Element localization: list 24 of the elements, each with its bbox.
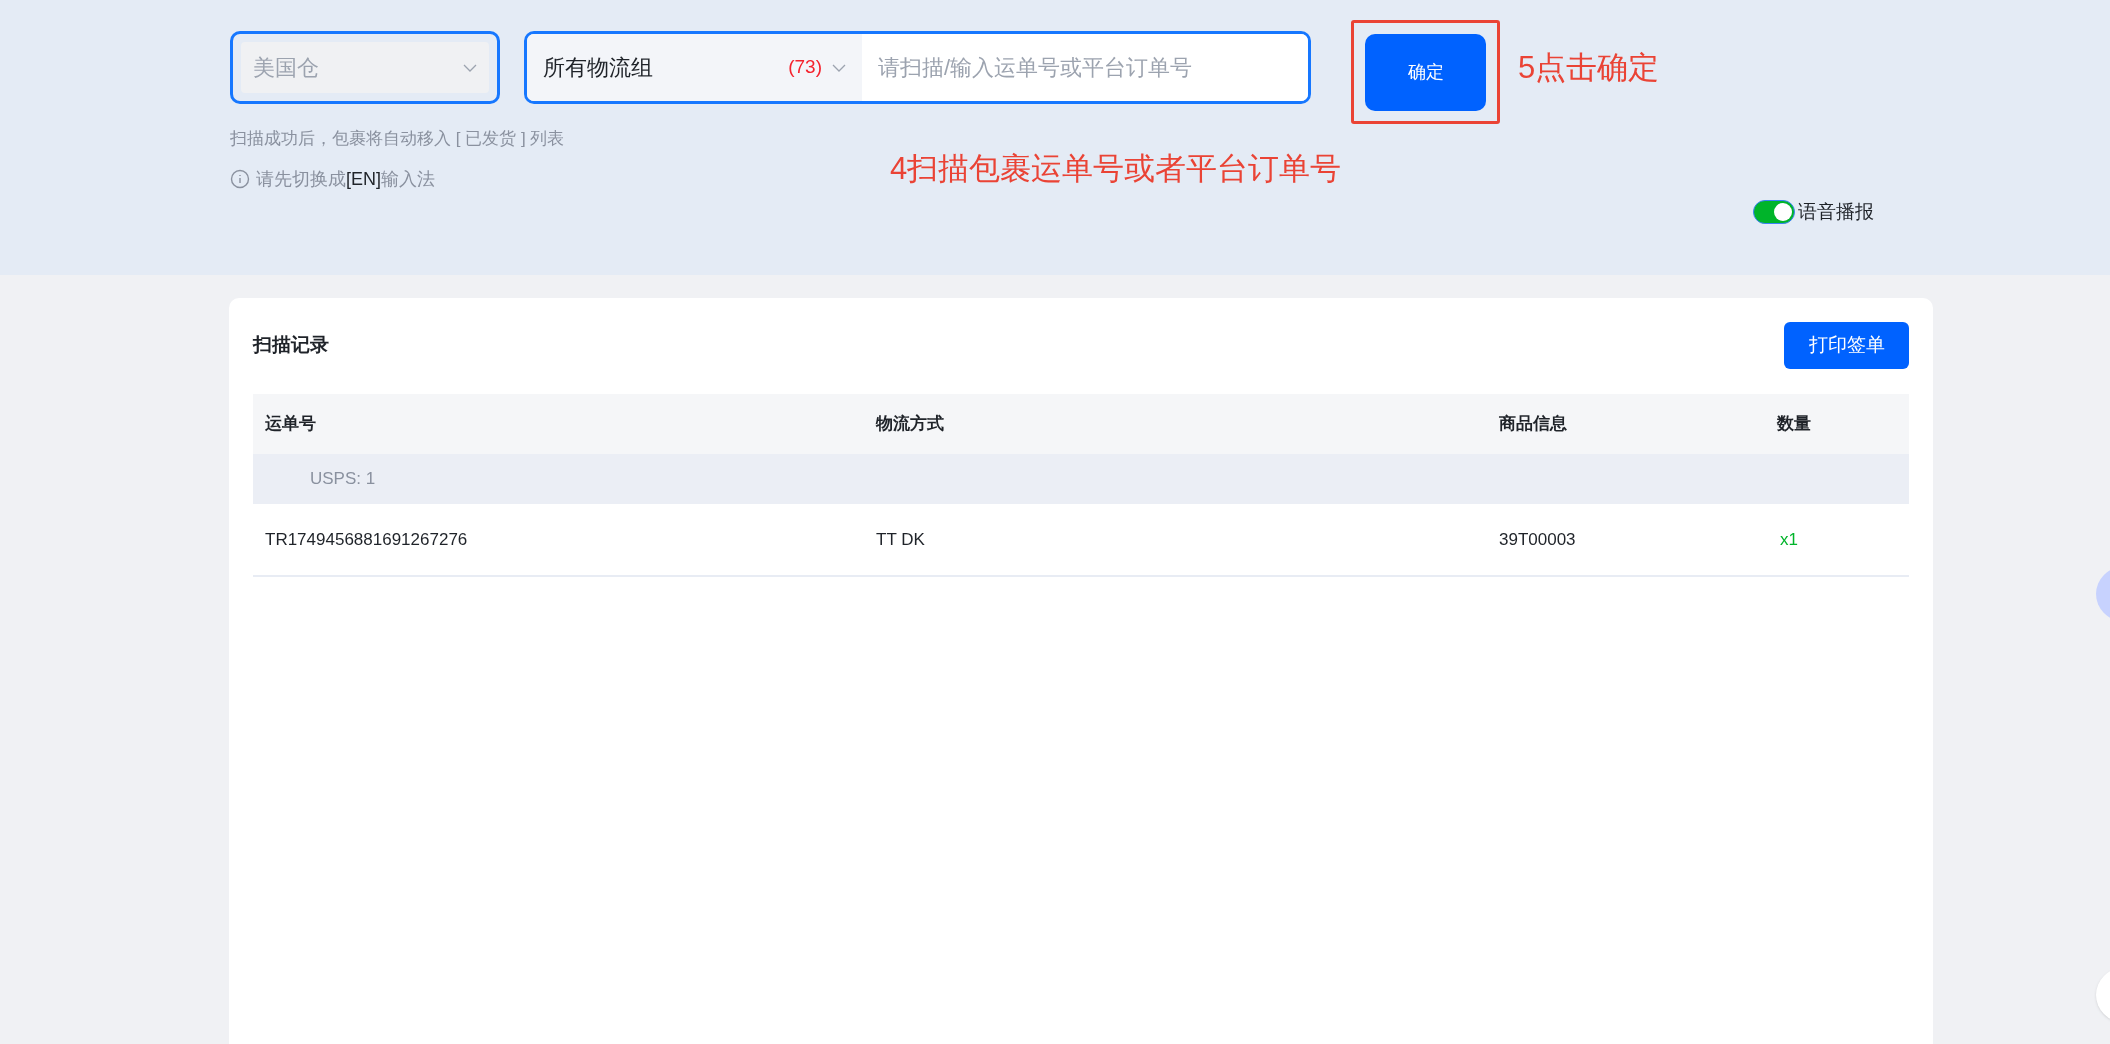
hint-text: 扫描成功后，包裹将自动移入 [ 已发货 ] 列表 (230, 128, 565, 150)
column-header: 商品信息 (1499, 414, 1567, 434)
column-header: 运单号 (265, 414, 316, 434)
quantity-cell-text: x1 (1779, 529, 1798, 549)
table-cell: TR1749456881691267276 (265, 529, 468, 549)
group-label: USPS: 1 (310, 468, 376, 491)
toggle-label: 语音播报 (1798, 200, 1874, 224)
annotation-text: 5点击确定 (1518, 49, 1660, 87)
logistics-group-select[interactable]: 所有物流组 (73) (527, 34, 862, 101)
table-cell: TT DK (876, 529, 925, 549)
column-header: 数量 (1777, 414, 1811, 434)
group-count: (73) (788, 55, 822, 80)
ime-tip-text: 请先切换成[EN]输入法 (256, 167, 435, 191)
column-header: 物流方式 (876, 414, 944, 434)
scan-field[interactable]: 所有物流组 (73) 请扫描/输入运单号或平台订单号 (524, 31, 1311, 104)
card-title: 扫描记录 (253, 333, 329, 358)
print-button[interactable]: 打印签单 (1784, 322, 1909, 369)
chevron-down-icon (463, 63, 477, 72)
table-cell: 39T00003 (1499, 529, 1576, 549)
info-icon (230, 169, 250, 189)
confirm-button[interactable]: 确定 (1365, 33, 1486, 111)
voice-toggle[interactable] (1753, 200, 1795, 225)
chevron-down-icon (832, 63, 846, 72)
annotation-text: 4扫描包裹运单号或者平台订单号 (890, 150, 1342, 188)
